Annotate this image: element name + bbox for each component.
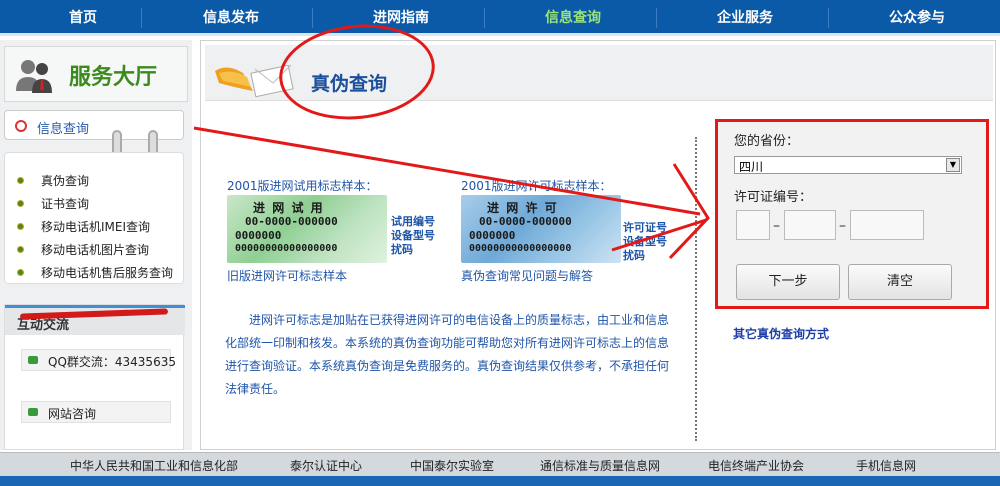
- annotation-arrow-line: [193, 126, 701, 216]
- footer-links: 中华人民共和国工业和信息化部 泰尔认证中心 中国泰尔实验室 通信标准与质量信息网…: [0, 452, 1000, 476]
- footer-link-phone-info[interactable]: 手机信息网: [856, 457, 916, 474]
- annotation-arrows: [193, 126, 710, 260]
- footer-link-taier-lab[interactable]: 中国泰尔实验室: [410, 457, 494, 474]
- footer-link-miit[interactable]: 中华人民共和国工业和信息化部: [70, 457, 238, 474]
- footer-link-terminal-assoc[interactable]: 电信终端产业协会: [708, 457, 804, 474]
- footer-bar: [0, 476, 1000, 486]
- footer-link-standards[interactable]: 通信标准与质量信息网: [540, 457, 660, 474]
- footer-link-taier-cert[interactable]: 泰尔认证中心: [290, 457, 362, 474]
